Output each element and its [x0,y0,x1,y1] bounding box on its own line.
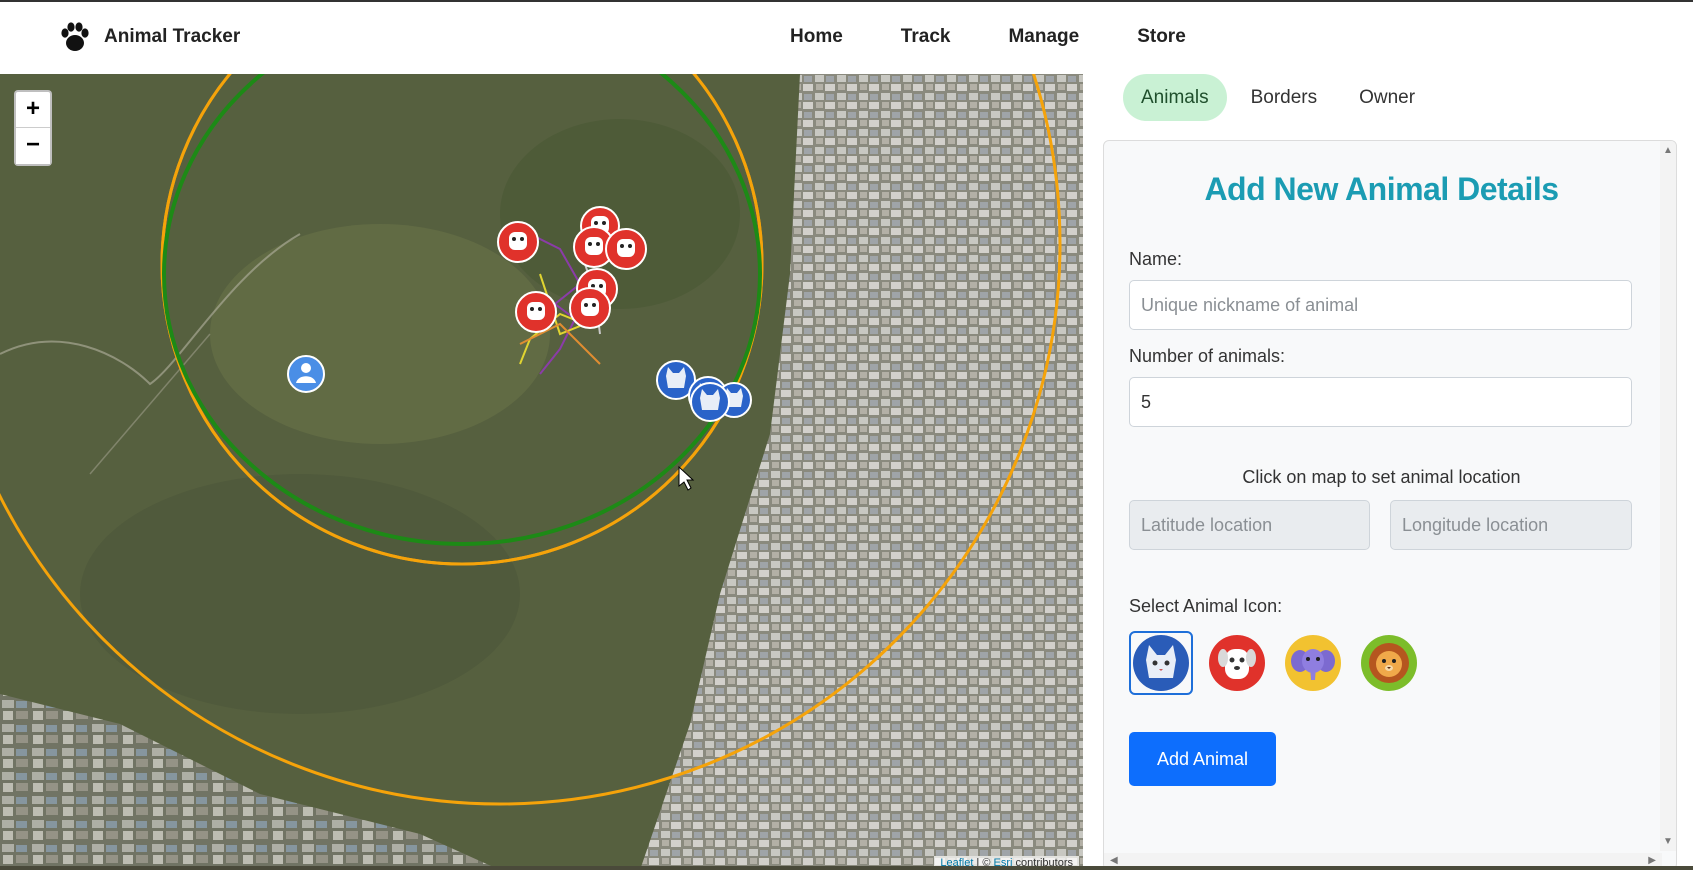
nav-home[interactable]: Home [790,26,843,48]
scroll-left-icon[interactable]: ◀ [1110,855,1118,866]
form-title: Add New Animal Details [1204,171,1559,207]
add-animal-card: Add New Animal Details Name: Number of a… [1103,140,1677,870]
cat-marker[interactable] [690,382,730,422]
icon-option-dog[interactable] [1205,631,1269,695]
longitude-input[interactable] [1390,500,1632,550]
owner-marker[interactable] [287,355,325,393]
tab-owner[interactable]: Owner [1341,74,1433,121]
cat-icon [1133,635,1189,691]
dog-marker[interactable] [497,221,539,263]
icon-select-label: Select Animal Icon: [1129,596,1283,616]
nav-store[interactable]: Store [1137,26,1186,48]
icon-option-lion[interactable] [1357,631,1421,695]
scroll-right-icon[interactable]: ▶ [1648,855,1656,866]
lion-icon [1361,635,1417,691]
name-label: Name: [1129,249,1183,269]
dog-marker[interactable] [569,287,611,329]
dog-marker[interactable] [515,291,557,333]
name-input[interactable] [1129,280,1632,330]
elephant-icon [1285,635,1341,691]
location-hint: Click on map to set animal location [1242,467,1521,487]
latitude-input[interactable] [1129,500,1370,550]
animal-icon-options [1129,631,1421,695]
vertical-scrollbar[interactable]: ▲ ▼ [1660,141,1676,851]
app-title: Animal Tracker [104,26,241,47]
scroll-down-icon[interactable]: ▼ [1663,836,1673,847]
count-input[interactable] [1129,377,1632,427]
count-label: Number of animals: [1129,346,1286,366]
panel-tabs: Animals Borders Owner [1123,74,1433,121]
nav-manage[interactable]: Manage [1008,26,1079,48]
nav-links: Home Track Manage Store [790,26,1186,48]
nav-track[interactable]: Track [901,26,951,48]
add-animal-button[interactable]: Add Animal [1129,732,1276,786]
side-panel: Animals Borders Owner Add New Animal Det… [1083,74,1693,870]
tab-animals[interactable]: Animals [1123,74,1227,121]
dog-icon [1209,635,1265,691]
zoom-in-button[interactable]: + [16,92,50,128]
zoom-control: + − [14,90,52,166]
dog-marker[interactable] [605,228,647,270]
satellite-map[interactable] [0,74,1083,870]
scroll-up-icon[interactable]: ▲ [1663,145,1673,156]
paw-icon [61,22,89,51]
zoom-out-button[interactable]: − [16,128,50,164]
icon-option-elephant[interactable] [1281,631,1345,695]
brand[interactable]: Animal Tracker [58,20,240,54]
tab-borders[interactable]: Borders [1233,74,1336,121]
navbar: Animal Tracker Home Track Manage Store [0,0,1693,74]
icon-option-cat[interactable] [1129,631,1193,695]
map-view[interactable]: + − Leaflet | © Esri contributors [0,74,1083,870]
bottom-strip [0,866,1693,870]
